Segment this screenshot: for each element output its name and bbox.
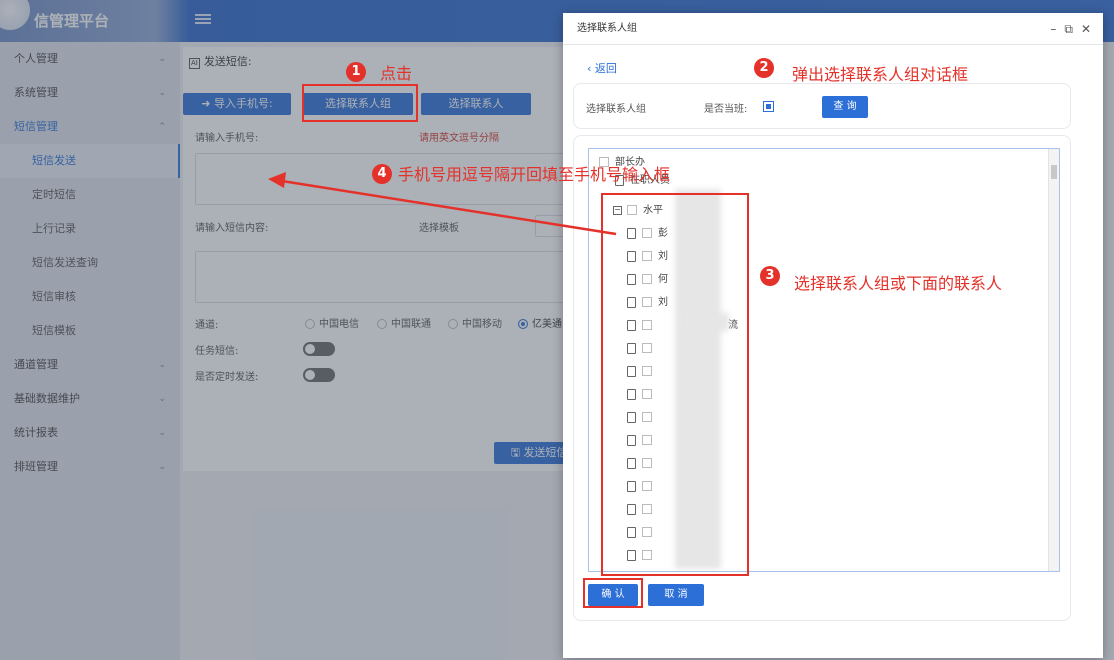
arrow-line (281, 179, 617, 236)
annotation-arrow (268, 172, 617, 236)
arrow-head (268, 172, 286, 188)
